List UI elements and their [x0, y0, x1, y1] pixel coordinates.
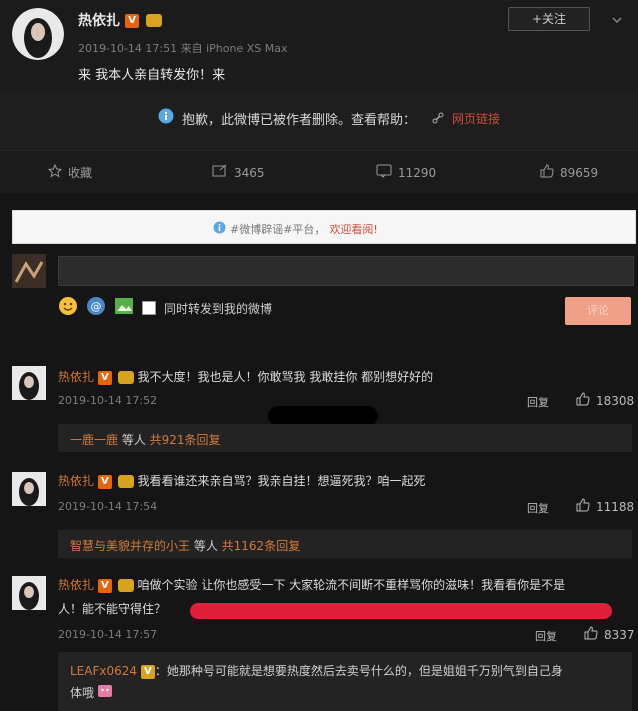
post-time-source: 2019-10-14 17:51 来自 iPhone XS Max	[78, 42, 288, 55]
reply-text-line1: ：她那种号可能就是想要热度然后去卖号什么的，但是姐姐千万别气到自己身	[154, 664, 563, 678]
comment-author[interactable]: 热依扎	[58, 370, 94, 384]
reply-strip-user[interactable]: 智慧与美貌并存的小王	[70, 539, 190, 553]
notice-prefix[interactable]: #微博辟谣#平台，	[230, 221, 325, 237]
vip-crown-icon	[117, 579, 134, 592]
post-author-name[interactable]: 热依扎	[78, 13, 120, 29]
rumor-notice-bar: #微博辟谣#平台， 欢迎看阅!	[12, 210, 636, 244]
post-card: 热依扎 V 2019-10-14 17:51 来自 iPhone XS Max …	[0, 0, 638, 92]
thumbs-up-icon	[584, 626, 598, 643]
reply-strip-count[interactable]: 共921条回复	[150, 433, 221, 447]
repost-checkbox-label: 同时转发到我的微博	[164, 301, 273, 316]
chevron-down-icon[interactable]	[612, 10, 622, 24]
reply-text-line2: 体哦	[70, 686, 95, 700]
comment-button[interactable]: 11290	[376, 164, 436, 181]
verified-badge-icon: V	[97, 578, 112, 593]
repost-button[interactable]: 3465	[212, 164, 265, 181]
vip-crown-icon	[117, 371, 134, 384]
comment-text-line1: 咱做个实验 让你也感受一下 大家轮流不间断不重样骂你的滋味！我看看你是不是	[137, 578, 566, 592]
comment-like-button[interactable]: 11188	[576, 498, 634, 515]
author-avatar[interactable]	[12, 8, 64, 60]
vip-crown-icon	[117, 475, 134, 488]
verified-badge-icon: V	[97, 474, 112, 489]
thumbs-up-icon	[576, 498, 590, 515]
nested-reply: LEAFx0624 V ：她那种号可能就是想要热度然后去卖号什么的，但是姐姐千万别…	[58, 652, 632, 711]
thumbs-up-icon	[576, 392, 590, 409]
like-count: 89659	[560, 165, 599, 180]
repost-icon	[212, 164, 228, 181]
redaction-mark	[268, 406, 378, 426]
reply-strip[interactable]: 智慧与美貌并存的小王 等人 共1162条回复	[58, 530, 632, 558]
comment-text: 我看看谁还来亲自骂？我亲自挂！想逼死我？咱一起死	[137, 474, 426, 488]
web-link[interactable]: 网页链接	[452, 110, 500, 127]
comment-avatar[interactable]	[12, 472, 46, 506]
notice-welcome: 欢迎看阅!	[329, 222, 378, 236]
image-icon[interactable]	[114, 297, 134, 319]
reply-button[interactable]: 回复	[527, 500, 549, 516]
comment-like-count: 11188	[596, 499, 635, 514]
reply-button[interactable]: 回复	[535, 628, 557, 644]
svg-text:@: @	[91, 300, 102, 313]
repost-checkbox[interactable]	[142, 301, 156, 315]
submit-comment-button[interactable]: 评论	[565, 297, 631, 325]
comment-author[interactable]: 热依扎	[58, 474, 94, 488]
info-icon	[158, 108, 174, 128]
reply-strip[interactable]: 一鹿一鹿 等人 共921条回复	[58, 424, 632, 452]
follow-button[interactable]: +关注	[508, 7, 590, 31]
comment-time: 2019-10-14 17:57	[58, 628, 158, 641]
reply-strip-user[interactable]: 一鹿一鹿	[70, 433, 118, 447]
verified-badge-icon: V	[140, 664, 155, 679]
emoji-icon	[97, 684, 113, 701]
reply-strip-mid: 等人	[118, 433, 150, 447]
comment-time: 2019-10-14 17:52	[58, 394, 158, 407]
reply-user[interactable]: LEAFx0624	[70, 664, 137, 678]
link-icon	[432, 109, 444, 128]
info-icon	[213, 219, 226, 238]
thumbs-up-icon	[540, 164, 554, 181]
comment-icon	[376, 164, 392, 181]
like-button[interactable]: 89659	[540, 164, 598, 181]
comment-author[interactable]: 热依扎	[58, 578, 94, 592]
topic-icon[interactable]: @	[86, 296, 106, 320]
reply-strip-mid: 等人	[190, 539, 222, 553]
comment-input[interactable]	[58, 256, 634, 286]
repost-count: 3465	[234, 165, 265, 180]
comment-text-line2: 人！能不能守得住？	[58, 602, 167, 616]
comment-like-button[interactable]: 18308	[576, 392, 634, 409]
comment-like-count: 18308	[596, 393, 635, 408]
star-icon	[47, 163, 63, 181]
reply-button[interactable]: 回复	[527, 394, 549, 410]
comment-avatar[interactable]	[12, 576, 46, 610]
reply-strip-count[interactable]: 共1162条回复	[222, 539, 301, 553]
submit-label: 评论	[587, 304, 609, 317]
follow-label: +关注	[531, 12, 567, 26]
comment-like-button[interactable]: 8337	[584, 626, 635, 643]
comment-like-count: 8337	[604, 627, 635, 642]
deleted-notice: 抱歉，此微博已被作者删除。查看帮助： 网页链接	[0, 92, 638, 150]
comment-avatar[interactable]	[12, 366, 46, 400]
comment-text: 我不大度！我也是人！你敢骂我 我敢挂你 都别想好好的	[137, 370, 434, 384]
verified-badge-icon: V	[97, 370, 112, 385]
comment-count: 11290	[398, 165, 437, 180]
post-content: 来 我本人亲自转发你！来	[78, 68, 226, 83]
verified-badge-icon: V	[125, 13, 140, 28]
favorite-label: 收藏	[68, 166, 93, 180]
vip-crown-icon	[146, 14, 163, 27]
deleted-message: 抱歉，此微博已被作者删除。查看帮助：	[182, 112, 417, 128]
favorite-button[interactable]: 收藏	[47, 163, 93, 181]
redaction-mark	[190, 603, 612, 619]
emoji-icon[interactable]	[58, 296, 78, 320]
comment-time: 2019-10-14 17:54	[58, 500, 158, 513]
post-action-bar: 收藏 3465 11290 89659	[0, 150, 638, 193]
user-avatar	[12, 254, 46, 288]
